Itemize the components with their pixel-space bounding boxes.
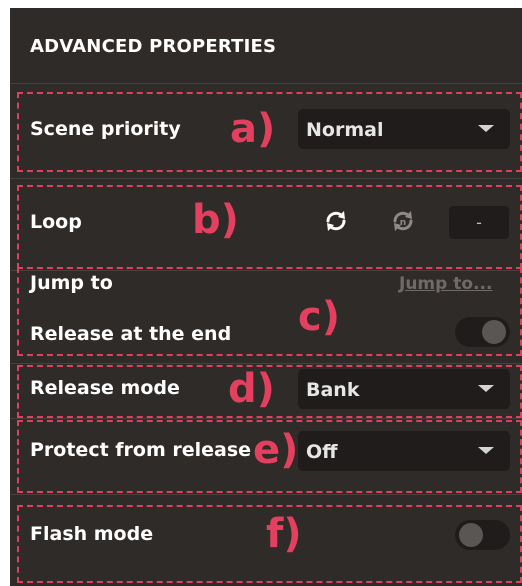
- loop-count-value: -: [476, 213, 482, 232]
- release-at-end-toggle[interactable]: [455, 317, 510, 347]
- annotation-f: f): [266, 511, 302, 557]
- advanced-properties-panel: ADVANCED PROPERTIES Scene priority a) No…: [10, 8, 522, 586]
- jump-to-link[interactable]: Jump to...: [399, 274, 492, 294]
- release-mode-label: Release mode: [30, 377, 180, 399]
- section-divider: [10, 178, 522, 179]
- annotation-b: b): [192, 197, 239, 243]
- jump-to-label: Jump to: [30, 272, 113, 294]
- protect-from-release-label: Protect from release: [30, 439, 252, 461]
- scene-priority-value: Normal: [306, 119, 384, 141]
- flash-mode-label: Flash mode: [30, 523, 154, 545]
- section-divider: [10, 418, 522, 419]
- panel-header: ADVANCED PROPERTIES: [10, 8, 522, 84]
- section-divider: [10, 363, 522, 364]
- release-mode-dropdown[interactable]: Bank: [298, 369, 510, 409]
- annotation-d: d): [228, 366, 275, 412]
- loop-count-icon[interactable]: n: [390, 208, 416, 234]
- svg-text:n: n: [400, 218, 406, 228]
- scene-priority-label: Scene priority: [30, 118, 181, 140]
- release-mode-value: Bank: [306, 379, 360, 401]
- protect-from-release-value: Off: [306, 441, 338, 463]
- loop-count-input[interactable]: -: [449, 206, 509, 239]
- annotation-e: e): [253, 427, 299, 473]
- scene-priority-dropdown[interactable]: Normal: [298, 109, 510, 149]
- annotation-box-b: [17, 185, 522, 269]
- toggle-knob: [459, 523, 483, 547]
- panel-title: ADVANCED PROPERTIES: [30, 36, 277, 57]
- loop-icon[interactable]: [323, 208, 349, 234]
- toggle-knob: [482, 320, 506, 344]
- loop-label: Loop: [30, 211, 82, 233]
- chevron-down-icon: [478, 447, 494, 454]
- chevron-down-icon: [478, 125, 494, 132]
- annotation-c: c): [298, 294, 340, 340]
- section-divider: [10, 494, 522, 495]
- chevron-down-icon: [478, 385, 494, 392]
- protect-from-release-dropdown[interactable]: Off: [298, 431, 510, 471]
- flash-mode-toggle[interactable]: [455, 520, 510, 550]
- release-at-end-label: Release at the end: [30, 323, 232, 345]
- annotation-a: a): [230, 106, 276, 152]
